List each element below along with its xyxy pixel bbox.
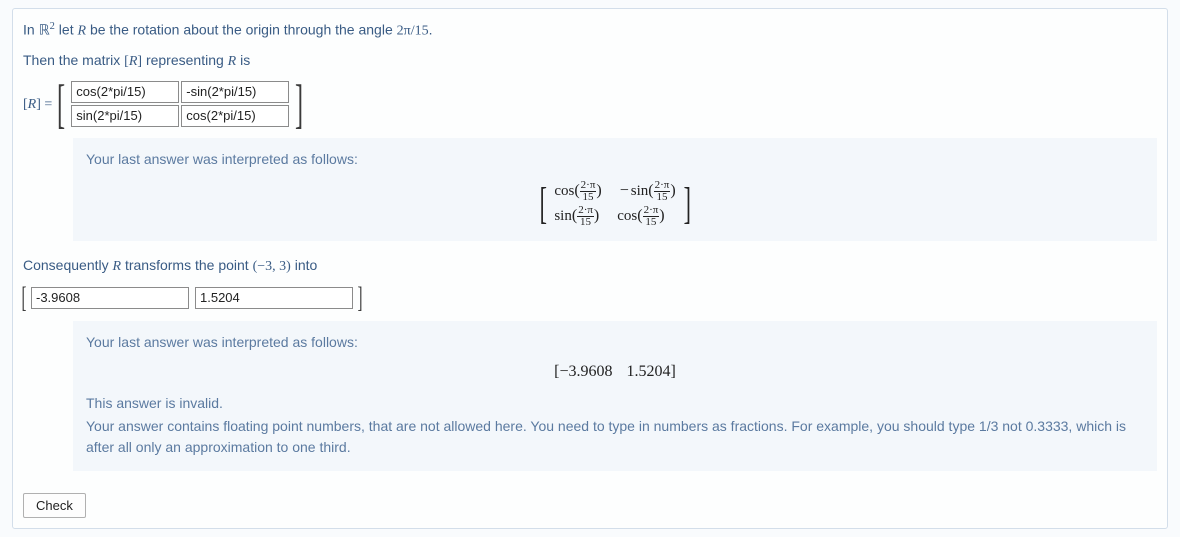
- text: is: [236, 52, 250, 68]
- text: transforms the point: [121, 257, 253, 273]
- disp-cell-0-0: cos(2·π15): [554, 180, 601, 203]
- var-R: R: [78, 24, 87, 39]
- feedback-heading: Your last answer was interpreted as foll…: [86, 332, 1144, 353]
- disp-cell-0-1: −sin(2·π15): [620, 180, 676, 203]
- matrix-cell-1-0[interactable]: [71, 105, 179, 127]
- var-R: R: [113, 259, 122, 274]
- feedback-heading: Your last answer was interpreted as foll…: [86, 149, 1144, 170]
- invalid-message: Your answer contains floating point numb…: [86, 416, 1144, 458]
- var-R: R: [28, 97, 37, 112]
- matrix-left-bracket: [: [57, 80, 65, 128]
- prompt-line-3: Consequently R transforms the point (−3,…: [23, 255, 1157, 277]
- equals: =: [41, 97, 52, 112]
- disp-x: −3.9608: [559, 363, 612, 381]
- angle: 2π/15: [397, 24, 429, 39]
- vector-cell-y[interactable]: [195, 287, 353, 309]
- matrix-right-bracket: ]: [295, 80, 303, 128]
- matrix-equation-row: [R] = [ ]: [23, 80, 1157, 128]
- vector-input-row: [ ]: [23, 285, 1157, 311]
- feedback-box-2: Your last answer was interpreted as foll…: [73, 321, 1157, 471]
- disp-cell-1-0: sin(2·π15): [554, 205, 599, 228]
- interpreted-vector: [−3.96081.5204]: [86, 355, 1144, 383]
- lhs: [R] =: [23, 95, 52, 113]
- disp-cell-1-1: cos(2·π15): [617, 205, 664, 228]
- prompt-line-1: In ℝ2 let R be the rotation about the or…: [23, 19, 1157, 42]
- text: representing: [142, 52, 228, 68]
- point: (−3, 3): [253, 259, 291, 274]
- real-symbol: ℝ: [39, 24, 50, 39]
- matrix-input-grid: [70, 80, 290, 128]
- vector-left-bracket: [: [22, 285, 27, 311]
- check-button[interactable]: Check: [23, 493, 86, 518]
- text: let: [55, 22, 78, 38]
- matrix-cell-0-1[interactable]: [181, 81, 289, 103]
- question-container: In ℝ2 let R be the rotation about the or…: [12, 8, 1168, 529]
- text: In: [23, 22, 39, 38]
- text: Consequently: [23, 257, 113, 273]
- vector-cell-x[interactable]: [31, 287, 189, 309]
- text: Then the matrix: [23, 52, 124, 68]
- matrix-cell-0-0[interactable]: [71, 81, 179, 103]
- disp-bracket-l: [: [539, 184, 546, 224]
- text: into: [291, 257, 317, 273]
- matrix-cell-1-1[interactable]: [181, 105, 289, 127]
- text: .: [429, 22, 433, 38]
- disp-y: 1.5204: [627, 363, 671, 381]
- interpreted-matrix: [ cos(2·π15) −sin(2·π15) sin(2·π15) cos(…: [86, 172, 1144, 230]
- var-R: R: [228, 54, 237, 69]
- disp-bracket-r: ]: [683, 184, 690, 224]
- vector-right-bracket: ]: [358, 285, 363, 311]
- feedback-box-1: Your last answer was interpreted as foll…: [73, 138, 1157, 241]
- prompt-line-2: Then the matrix [R] representing R is: [23, 50, 1157, 72]
- text: be the rotation about the origin through…: [86, 22, 397, 38]
- invalid-heading: This answer is invalid.: [86, 393, 1144, 414]
